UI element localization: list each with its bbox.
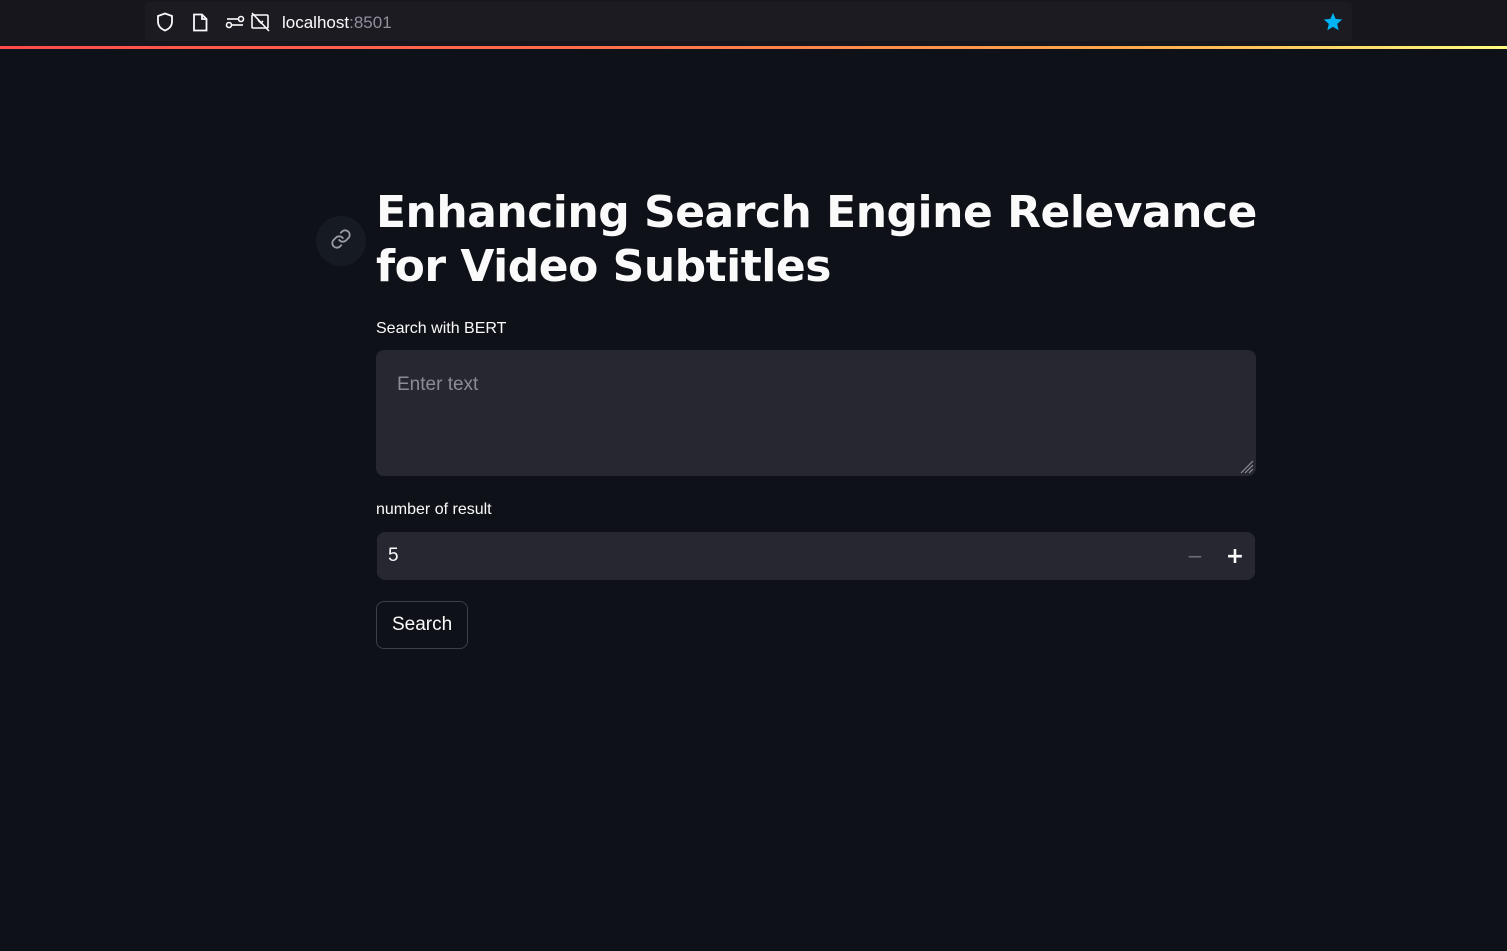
decrement-button[interactable]: −: [1175, 532, 1215, 580]
result-count-label: number of result: [376, 501, 492, 518]
search-button[interactable]: Search: [376, 601, 469, 649]
loading-progress-bar: [0, 46, 1507, 49]
url-host: localhost: [282, 13, 350, 32]
camera-blocked-icon[interactable]: [250, 12, 270, 32]
increment-button[interactable]: +: [1215, 532, 1255, 580]
result-count-input[interactable]: [377, 532, 1175, 580]
search-textarea[interactable]: [376, 350, 1256, 476]
page-icon[interactable]: [190, 12, 210, 32]
resize-handle-icon[interactable]: [1236, 456, 1254, 474]
result-count-stepper: − +: [377, 532, 1255, 580]
heading-anchor-link[interactable]: [316, 216, 366, 266]
address-bar[interactable]: localhost:8501: [145, 2, 1352, 41]
shield-icon[interactable]: [155, 12, 175, 32]
link-icon: [330, 228, 352, 255]
bookmark-star-icon[interactable]: [1322, 11, 1344, 33]
browser-toolbar: localhost:8501: [0, 0, 1507, 46]
url-port: :8501: [349, 13, 392, 32]
search-field-label: Search with BERT: [376, 320, 507, 337]
page-title: Enhancing Search Engine Relevance for Vi…: [376, 187, 1257, 292]
search-textarea-container: [376, 350, 1256, 476]
permissions-icon[interactable]: [225, 12, 245, 32]
url-text[interactable]: localhost:8501: [282, 13, 392, 33]
